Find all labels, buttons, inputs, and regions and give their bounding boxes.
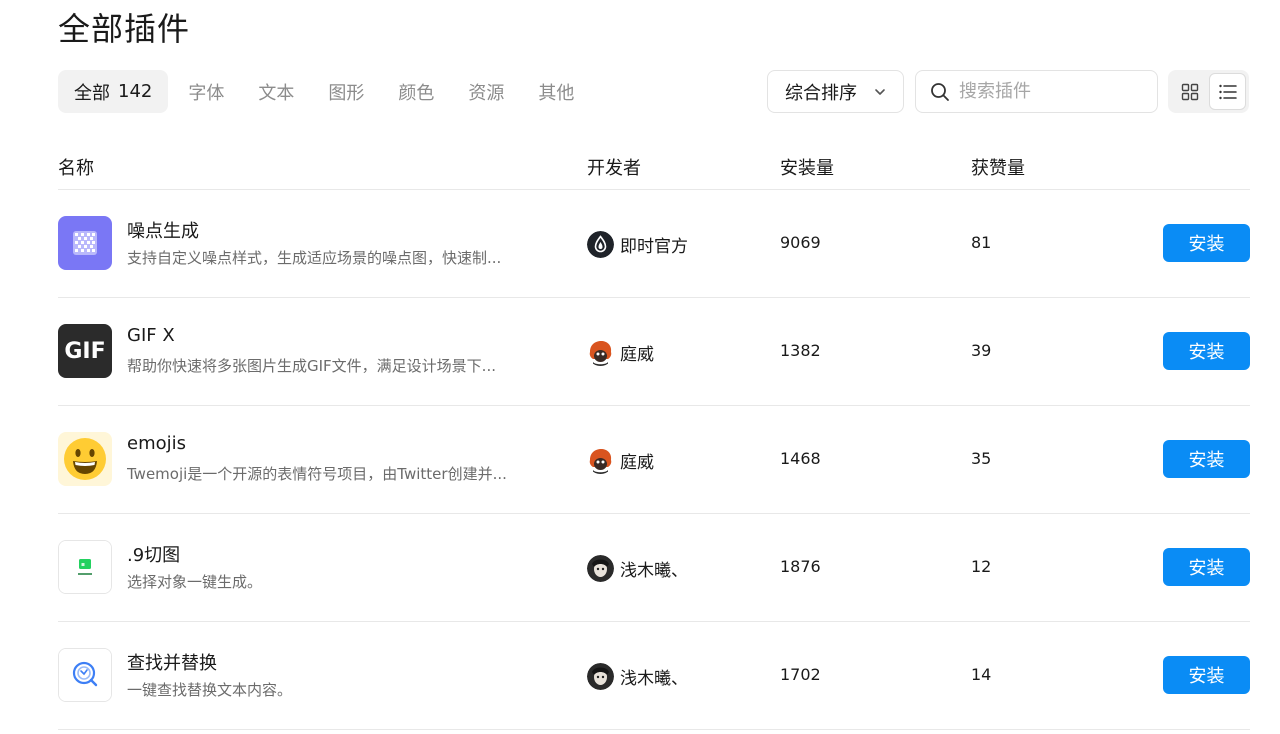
smiley-icon	[58, 432, 112, 486]
tab-all[interactable]: 全部 142	[58, 70, 169, 113]
plugin-description: 支持自定义噪点样式，生成适应场景的噪点图，快速制...	[127, 249, 502, 267]
install-count: 1468	[780, 449, 821, 468]
jishi-logo-icon	[587, 230, 614, 258]
plugin-description: 帮助你快速将多张图片生成GIF文件，满足设计场景下...	[127, 357, 496, 375]
tab-resources[interactable]: 资源	[468, 70, 504, 113]
grid-icon	[1181, 83, 1198, 100]
table-row[interactable]: GIF GIF X 帮助你快速将多张图片生成GIF文件，满足设计场景下... 庭…	[58, 298, 1250, 406]
plugin-name: GIF X	[127, 325, 175, 346]
gif-icon-label: GIF	[64, 338, 106, 364]
plugin-name: 查找并替换	[127, 653, 217, 674]
developer-name: 浅木曦、	[620, 560, 688, 581]
install-count: 9069	[780, 233, 821, 252]
developer-name: 庭威	[620, 344, 654, 365]
column-header-installs: 安装量	[780, 158, 834, 179]
table-row[interactable]: emojis Twemoji是一个开源的表情符号项目，由Twitter创建并..…	[58, 406, 1250, 514]
column-header-name: 名称	[58, 158, 94, 179]
install-button[interactable]: 安装	[1163, 224, 1250, 262]
plugin-description: Twemoji是一个开源的表情符号项目，由Twitter创建并...	[127, 465, 507, 483]
table-header: 名称 开发者 安装量 获赞量	[58, 150, 1250, 190]
sort-label: 综合排序	[785, 82, 857, 104]
install-button[interactable]: 安装	[1163, 332, 1250, 370]
like-count: 35	[971, 449, 992, 468]
photo-avatar-icon	[587, 554, 614, 582]
tab-text[interactable]: 文本	[258, 70, 294, 113]
table-row[interactable]: 查找并替换 一键查找替换文本内容。 浅木曦、 1702 14 安装	[58, 622, 1250, 730]
like-count: 14	[971, 665, 992, 684]
install-count: 1876	[780, 557, 821, 576]
like-count: 81	[971, 233, 992, 252]
tab-fonts[interactable]: 字体	[188, 70, 224, 113]
nine-patch-icon	[58, 540, 112, 594]
developer[interactable]: 庭威	[587, 446, 654, 474]
tab-all-label: 全部	[74, 82, 110, 104]
plugin-name: emojis	[127, 433, 187, 454]
install-button[interactable]: 安装	[1163, 656, 1250, 694]
list-icon	[1218, 84, 1237, 99]
sort-dropdown[interactable]: 综合排序	[767, 70, 904, 113]
plugin-description: 选择对象一键生成。	[127, 573, 263, 591]
view-toggle	[1168, 70, 1249, 113]
tab-colors[interactable]: 颜色	[398, 70, 434, 113]
page-title: 全部插件	[58, 10, 191, 48]
developer[interactable]: 庭威	[587, 338, 654, 366]
developer[interactable]: 即时官方	[587, 230, 688, 258]
tab-shapes[interactable]: 图形	[328, 70, 364, 113]
tab-all-count: 142	[118, 81, 153, 102]
tab-other[interactable]: 其他	[538, 70, 574, 113]
like-count: 12	[971, 557, 992, 576]
developer[interactable]: 浅木曦、	[587, 662, 688, 690]
install-count: 1702	[780, 665, 821, 684]
list-view-button[interactable]	[1209, 73, 1246, 110]
grid-view-button[interactable]	[1171, 73, 1208, 110]
developer-name: 即时官方	[620, 236, 688, 257]
cartoon-avatar-icon	[587, 446, 614, 474]
table-row[interactable]: .9切图 选择对象一键生成。 浅木曦、 1876 12 安装	[58, 514, 1250, 622]
category-tabs: 全部 142 字体 文本 图形 颜色 资源 其他	[58, 70, 608, 113]
column-header-developer: 开发者	[587, 158, 641, 179]
photo-avatar-icon	[587, 662, 614, 690]
chevron-down-icon	[875, 89, 885, 95]
developer-name: 浅木曦、	[620, 668, 688, 689]
like-count: 39	[971, 341, 992, 360]
install-button[interactable]: 安装	[1163, 548, 1250, 586]
find-replace-icon	[58, 648, 112, 702]
cartoon-avatar-icon	[587, 338, 614, 366]
search-box	[915, 70, 1158, 113]
search-icon	[931, 82, 949, 101]
plugin-description: 一键查找替换文本内容。	[127, 681, 293, 699]
developer[interactable]: 浅木曦、	[587, 554, 688, 582]
column-header-likes: 获赞量	[971, 158, 1025, 179]
search-input[interactable]	[959, 81, 1149, 102]
table-row[interactable]: 噪点生成 支持自定义噪点样式，生成适应场景的噪点图，快速制... 即时官方 90…	[58, 190, 1250, 298]
plugin-name: .9切图	[127, 545, 181, 566]
noise-icon	[58, 216, 112, 270]
developer-name: 庭威	[620, 452, 654, 473]
install-button[interactable]: 安装	[1163, 440, 1250, 478]
gif-icon: GIF	[58, 324, 112, 378]
plugin-name: 噪点生成	[127, 221, 199, 242]
install-count: 1382	[780, 341, 821, 360]
